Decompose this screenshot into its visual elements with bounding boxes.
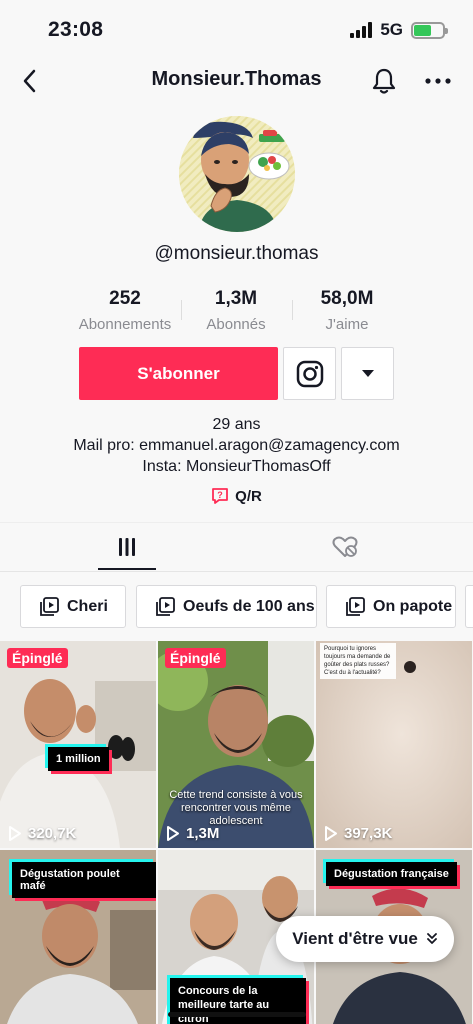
video-thumbnail[interactable]: Pourquoi tu ignores toujours ma demande … <box>316 641 472 848</box>
battery-icon <box>411 21 448 39</box>
qa-link[interactable]: ? Q/R <box>0 487 473 505</box>
network-label: 5G <box>380 20 403 39</box>
suggestions-dropdown-button[interactable] <box>341 347 394 400</box>
status-bar: 23:08 5G <box>0 0 473 60</box>
playlist-chip[interactable]: On papote <box>326 585 456 628</box>
view-count-label: 1,3M <box>186 825 220 842</box>
video-thumbnail[interactable]: Épinglé 1 million 320,7K <box>0 641 156 848</box>
bio-line: Mail pro: emmanuel.aragon@zamagency.com <box>73 437 400 454</box>
qa-label: Q/R <box>235 487 262 505</box>
playlist-chip[interactable] <box>465 585 473 628</box>
battery-fill <box>414 24 431 36</box>
video-caption: Concours de la meilleure tarte au citron <box>170 978 306 1024</box>
active-tab-indicator <box>98 568 156 570</box>
svg-text:?: ? <box>217 490 223 500</box>
stat-value: 58,0M <box>320 288 374 309</box>
tab-liked[interactable] <box>316 523 374 571</box>
view-count: 1,3M <box>166 825 219 842</box>
view-count: 397,3K <box>324 825 392 842</box>
playlist-label: On papote <box>373 597 453 615</box>
stat-label: J'aime <box>325 316 369 333</box>
play-icon <box>325 826 337 841</box>
status-indicators: 5G <box>350 20 448 40</box>
stat-likes[interactable]: 58,0M J'aime <box>282 288 412 333</box>
profile-tabs <box>0 522 473 572</box>
video-grid: Épinglé 1 million 320,7K Épinglé Cette t… <box>0 641 473 1024</box>
video-caption: Dégustation poulet mafé <box>12 862 156 898</box>
page-title: Monsieur.Thomas <box>151 68 322 90</box>
instagram-icon <box>296 360 323 387</box>
caret-down-icon <box>361 369 374 377</box>
instagram-button[interactable] <box>283 347 336 400</box>
profile-stats: 252 Abonnements 1,3M Abonnés 58,0M J'aim… <box>0 288 473 338</box>
bio-line: Insta: MonsieurThomasOff <box>142 458 331 475</box>
play-icon <box>167 826 179 841</box>
video-caption: 1 million <box>48 747 109 771</box>
playlist-icon <box>156 596 175 616</box>
bio-line: 29 ans <box>212 416 261 433</box>
playlist-row: Cheri Oeufs de 100 ans On papote <box>0 585 473 629</box>
video-caption: Pourquoi tu ignores toujours ma demande … <box>324 646 391 676</box>
profile-handle: @monsieur.thomas <box>154 243 319 264</box>
view-count-label: 397,3K <box>344 825 393 842</box>
play-icon <box>9 826 21 841</box>
video-caption: Cette trend consiste à vous rencontrer v… <box>169 789 303 827</box>
view-count: 320,7K <box>8 825 76 842</box>
playlist-icon <box>346 596 365 616</box>
pinned-badge: Épinglé <box>165 648 226 668</box>
playlist-label: Oeufs de 100 ans <box>183 597 315 615</box>
playlist-label: Cheri <box>67 597 108 615</box>
video-caption: Dégustation française <box>326 862 457 886</box>
playlist-icon <box>40 596 59 616</box>
video-thumbnail[interactable]: Dégustation poulet mafé <box>0 850 156 1024</box>
signal-icon <box>350 22 373 38</box>
question-bubble-icon: ? <box>212 488 229 504</box>
video-thumbnail[interactable]: Épinglé Cette trend consiste à vous renc… <box>158 641 314 848</box>
liked-hidden-icon <box>332 536 358 557</box>
videos-grid-icon <box>119 538 135 556</box>
profile-bio: 29 ans Mail pro: emmanuel.aragon@zamagen… <box>0 414 473 477</box>
more-horizontal-icon[interactable] <box>423 66 453 96</box>
bell-icon[interactable] <box>369 66 399 96</box>
avatar[interactable] <box>179 116 295 232</box>
double-chevron-down-icon <box>426 933 437 944</box>
status-time: 23:08 <box>48 18 104 41</box>
recently-watched-button[interactable]: Vient d'être vue <box>276 916 454 962</box>
tab-videos[interactable] <box>98 523 156 571</box>
home-indicator <box>168 1012 306 1017</box>
recently-watched-label: Vient d'être vue <box>292 929 418 948</box>
pinned-badge: Épinglé <box>7 648 68 668</box>
view-count-label: 320,7K <box>28 825 77 842</box>
top-nav: Monsieur.Thomas <box>0 60 473 104</box>
thumbnail-art <box>0 641 156 848</box>
follow-button[interactable]: S'abonner <box>79 347 278 400</box>
playlist-chip[interactable]: Oeufs de 100 ans <box>136 585 317 628</box>
playlist-chip[interactable]: Cheri <box>20 585 126 628</box>
